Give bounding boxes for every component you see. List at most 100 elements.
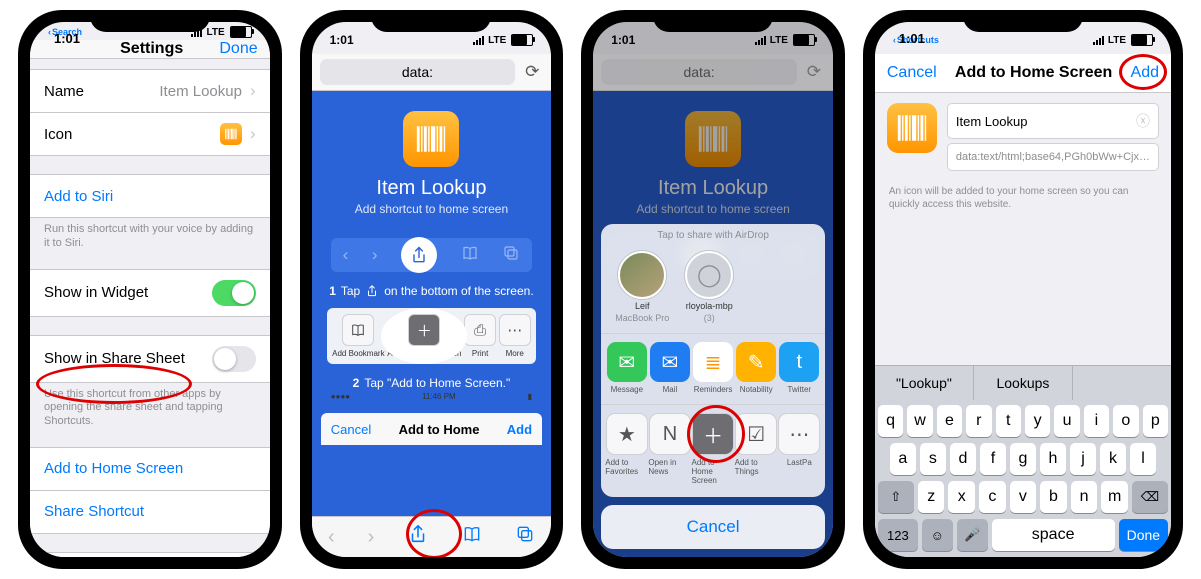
share-app[interactable]: ✉Message	[605, 342, 648, 394]
airdrop-target[interactable]: ◯ rloyola-mbp(3)	[685, 251, 733, 323]
key[interactable]: r	[966, 405, 991, 437]
key[interactable]: f	[980, 443, 1006, 475]
airdrop-target[interactable]: LeifMacBook Pro	[615, 251, 669, 323]
barcode-icon	[220, 123, 242, 145]
key[interactable]: j	[1070, 443, 1096, 475]
emoji-key[interactable]: ☺	[922, 519, 953, 551]
step-2: 2Tap "Add to Home Screen."	[353, 376, 511, 390]
demo-toolbar: ‹›	[331, 238, 532, 272]
share-icon[interactable]	[407, 523, 429, 551]
safari-toolbar: ‹ ›	[312, 516, 552, 557]
row-name[interactable]: Name Item Lookup›	[30, 70, 270, 113]
shift-key[interactable]: ⇧	[878, 481, 914, 513]
page-title: Add to Home Screen	[955, 64, 1112, 82]
share-action[interactable]: ★Add to Favorites	[605, 413, 648, 485]
demo-status: ●●●●11:46 PM▮	[321, 390, 542, 401]
share-action[interactable]: ☑Add to Things	[735, 413, 778, 485]
demo-share-row: Add Bookmark ＋Add to Home Screen ⎙Print …	[327, 308, 536, 364]
keyboard[interactable]: qwertyuiop asdfghjkl ⇧zxcvbnm⌫ 123 ☺ 🎤 s…	[875, 400, 1171, 557]
key[interactable]: d	[950, 443, 976, 475]
instruction-card: Item Lookup Add shortcut to home screen …	[312, 91, 552, 516]
share-shortcut[interactable]: Share Shortcut	[30, 491, 270, 533]
row-icon[interactable]: Icon ›	[30, 113, 270, 155]
nav-header: Cancel Add to Home Screen Add	[875, 54, 1171, 93]
key[interactable]: m	[1101, 481, 1128, 513]
key[interactable]: w	[907, 405, 932, 437]
import-questions[interactable]: Import Questions›	[30, 553, 270, 557]
phone-2-safari-instructions: 1:01 LTE data: ⟳ Item Lookup Add shortcu…	[300, 10, 564, 569]
url-display: data:text/html;base64,PGh0bWw+Cjx…	[947, 143, 1159, 171]
key[interactable]: k	[1100, 443, 1126, 475]
share-app[interactable]: ≣Reminders	[692, 342, 735, 394]
key[interactable]: i	[1084, 405, 1109, 437]
phone-3-share-sheet: 1:01 LTE data: ⟳ Item Lookup Add shortcu…	[581, 10, 845, 569]
phone-1-settings: ‹ Search LTE 1:01 Settings Done Name Ite…	[18, 10, 282, 569]
sharesheet-footnote: Use this shortcut from other apps by ope…	[30, 383, 270, 429]
share-action[interactable]: ⋯LastPa	[778, 413, 821, 485]
name-value: Item Lookup	[159, 83, 242, 100]
key[interactable]: t	[996, 405, 1021, 437]
mic-key[interactable]: 🎤	[957, 519, 988, 551]
key[interactable]: z	[918, 481, 945, 513]
add-to-siri[interactable]: Add to Siri	[30, 175, 270, 217]
helper-note: An icon will be added to your home scree…	[875, 181, 1171, 215]
card-title: Item Lookup	[376, 177, 486, 200]
siri-footnote: Run this shortcut with your voice by add…	[30, 218, 270, 251]
back-icon[interactable]: ‹	[328, 526, 335, 549]
share-app[interactable]: tTwitter	[778, 342, 821, 394]
key[interactable]: a	[890, 443, 916, 475]
key[interactable]: u	[1054, 405, 1079, 437]
space-key[interactable]: space	[992, 519, 1115, 551]
share-sheet-overlay: Tap to share with AirDrop LeifMacBook Pr…	[593, 22, 833, 557]
phone-4-add-to-home: ‹ Shortcuts LTE 1:01 Cancel Add to Home …	[863, 10, 1183, 569]
url-field[interactable]: data:	[320, 59, 516, 85]
key[interactable]: s	[920, 443, 946, 475]
done-key[interactable]: Done	[1119, 519, 1168, 551]
share-action[interactable]: NOpen in News	[648, 413, 691, 485]
keyboard-suggestions[interactable]: "Lookup" Lookups	[875, 365, 1171, 400]
widget-switch[interactable]	[212, 280, 256, 306]
bookmarks-icon[interactable]	[462, 524, 482, 550]
forward-icon[interactable]: ›	[368, 526, 375, 549]
sharesheet-switch[interactable]	[212, 346, 256, 372]
share-app[interactable]: ✉Mail	[648, 342, 691, 394]
key[interactable]: c	[979, 481, 1006, 513]
done-button[interactable]: Done	[219, 40, 257, 58]
key[interactable]: n	[1071, 481, 1098, 513]
page-title: Settings	[120, 40, 183, 58]
barcode-icon	[403, 111, 459, 167]
key[interactable]: g	[1010, 443, 1036, 475]
key[interactable]: v	[1010, 481, 1037, 513]
cancel-button[interactable]: Cancel	[887, 64, 937, 82]
reload-icon[interactable]: ⟳	[521, 62, 543, 82]
avatar	[618, 251, 666, 299]
key[interactable]: o	[1113, 405, 1138, 437]
key[interactable]: l	[1130, 443, 1156, 475]
airdrop-caption: Tap to share with AirDrop	[601, 224, 825, 247]
barcode-icon	[887, 103, 937, 153]
show-in-widget[interactable]: Show in Widget	[30, 270, 270, 316]
card-subtitle: Add shortcut to home screen	[355, 202, 508, 216]
key[interactable]: h	[1040, 443, 1066, 475]
key[interactable]: x	[948, 481, 975, 513]
add-button[interactable]: Add	[1131, 64, 1159, 82]
name-input[interactable]: Item Lookup ⓧ	[947, 103, 1159, 139]
step-1: 1Tap on the bottom of the screen.	[329, 284, 533, 298]
key[interactable]: b	[1040, 481, 1067, 513]
key[interactable]: q	[878, 405, 903, 437]
backspace-key[interactable]: ⌫	[1132, 481, 1168, 513]
tabs-icon[interactable]	[515, 524, 535, 550]
cancel-button[interactable]: Cancel	[601, 505, 825, 549]
share-sheet: Tap to share with AirDrop LeifMacBook Pr…	[601, 224, 825, 497]
clear-icon[interactable]: ⓧ	[1136, 111, 1150, 131]
share-app[interactable]: ✎Notability	[735, 342, 778, 394]
show-in-share-sheet[interactable]: Show in Share Sheet	[30, 336, 270, 382]
numbers-key[interactable]: 123	[878, 519, 918, 551]
demo-navbar: Cancel Add to Home Add	[321, 413, 542, 445]
key[interactable]: e	[937, 405, 962, 437]
share-action[interactable]: ＋Add to Home Screen	[692, 413, 735, 485]
safari-address-bar: data: ⟳	[312, 54, 552, 91]
key[interactable]: y	[1025, 405, 1050, 437]
key[interactable]: p	[1143, 405, 1168, 437]
add-to-home-screen[interactable]: Add to Home Screen	[30, 448, 270, 491]
